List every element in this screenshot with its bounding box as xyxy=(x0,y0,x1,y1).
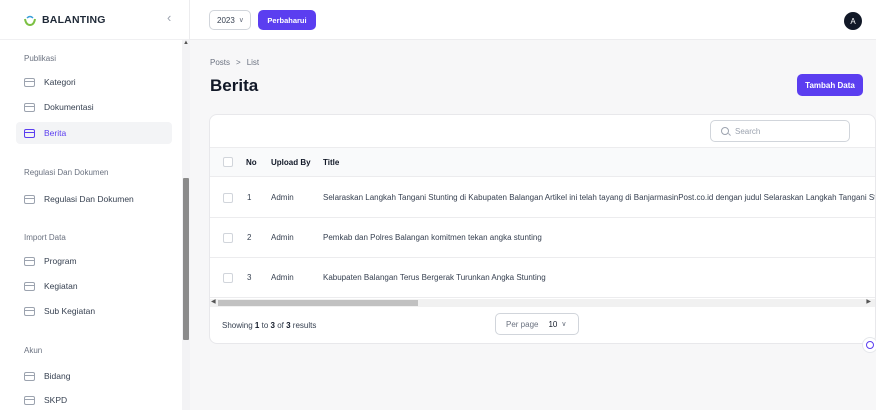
scroll-up-icon[interactable]: ▲ xyxy=(183,40,189,46)
nav-group-label: Publikasi xyxy=(24,54,57,63)
table-row[interactable]: 3 Admin Kabupaten Balangan Terus Bergera… xyxy=(210,258,875,298)
sidebar: BALANTING ‹ Publikasi Kategori Dokumenta… xyxy=(0,0,190,410)
folder-icon xyxy=(24,395,35,405)
cell-no: 1 xyxy=(247,193,252,202)
sidebar-item-bidang[interactable]: Bidang xyxy=(16,365,172,387)
chevron-down-icon: ∨ xyxy=(561,321,567,328)
folder-icon xyxy=(24,102,35,112)
cell-upload-by: Admin xyxy=(271,233,294,242)
sidebar-item-program[interactable]: Program xyxy=(16,250,172,272)
column-title[interactable]: Title xyxy=(323,148,339,176)
chat-widget-button[interactable] xyxy=(862,337,876,353)
sidebar-item-sub-kegiatan[interactable]: Sub Kegiatan xyxy=(16,300,172,322)
summary-to-word: to xyxy=(261,321,269,330)
sidebar-item-label: Dokumentasi xyxy=(44,102,94,112)
sidebar-item-skpd[interactable]: SKPD xyxy=(16,389,172,410)
search-icon xyxy=(721,127,729,135)
column-upload-by[interactable]: Upload By xyxy=(271,148,311,176)
cell-upload-by: Admin xyxy=(271,193,294,202)
table-scroll-thumb[interactable] xyxy=(218,300,418,306)
folder-icon xyxy=(24,256,35,266)
cell-title: Selaraskan Langkah Tangani Stunting di K… xyxy=(323,193,876,202)
nav-group-label: Import Data xyxy=(24,233,66,242)
summary-prefix: Showing xyxy=(222,321,253,330)
table-row[interactable]: 2 Admin Pemkab dan Polres Balangan komit… xyxy=(210,218,875,258)
refresh-button[interactable]: Perbaharui xyxy=(258,10,316,30)
sidebar-item-label: Berita xyxy=(44,128,67,138)
sidebar-item-label: SKPD xyxy=(44,395,68,405)
sidebar-item-kategori[interactable]: Kategori xyxy=(16,71,172,93)
sidebar-item-label: Kategori xyxy=(44,77,76,87)
posts-table-card: Search No Upload By Title 1 Admin Selara… xyxy=(209,114,876,344)
topbar: 2023 ∨ Perbaharui A xyxy=(190,0,876,40)
sidebar-item-label: Bidang xyxy=(44,371,71,381)
breadcrumb-current: List xyxy=(246,58,260,67)
avatar[interactable]: A xyxy=(844,12,862,30)
table-horizontal-scrollbar[interactable]: ◀ ▶ xyxy=(210,298,875,307)
per-page-select[interactable]: Per page 10 ∨ xyxy=(495,313,579,335)
cell-title: Kabupaten Balangan Terus Bergerak Turunk… xyxy=(323,273,546,282)
year-select[interactable]: 2023 ∨ xyxy=(209,10,251,30)
scroll-right-icon[interactable]: ▶ xyxy=(866,298,871,305)
collapse-sidebar-icon[interactable]: ‹ xyxy=(167,10,171,25)
sidebar-item-kegiatan[interactable]: Kegiatan xyxy=(16,275,172,297)
breadcrumb-separator: > xyxy=(236,58,241,67)
sidebar-item-label: Program xyxy=(44,256,77,266)
folder-icon xyxy=(24,306,35,316)
brand[interactable]: BALANTING xyxy=(0,0,189,40)
cell-no: 2 xyxy=(247,233,252,242)
summary-total: 3 xyxy=(286,321,291,330)
row-checkbox[interactable] xyxy=(223,192,233,203)
sidebar-scroll-thumb[interactable] xyxy=(183,178,189,340)
sidebar-item-berita[interactable]: Berita xyxy=(16,122,172,144)
search-placeholder: Search xyxy=(735,126,761,136)
brand-name: BALANTING xyxy=(42,13,106,26)
sidebar-nav: Publikasi Kategori Dokumentasi Berita Re… xyxy=(0,40,182,410)
summary-from: 1 xyxy=(254,321,260,330)
folder-icon xyxy=(24,128,35,138)
breadcrumb-posts[interactable]: Posts xyxy=(210,58,230,67)
row-checkbox[interactable] xyxy=(223,232,233,243)
sidebar-item-label: Kegiatan xyxy=(44,281,78,291)
add-data-button[interactable]: Tambah Data xyxy=(797,74,863,96)
summary-to: 3 xyxy=(270,321,275,330)
folder-icon xyxy=(24,371,35,381)
logo-icon xyxy=(24,15,36,26)
sidebar-scrollbar[interactable]: ▲ xyxy=(182,40,190,410)
sidebar-item-label: Sub Kegiatan xyxy=(44,306,96,316)
sidebar-item-label: Regulasi Dan Dokumen xyxy=(44,194,134,204)
summary-of-word: of xyxy=(277,321,284,330)
table-row[interactable]: 1 Admin Selaraskan Langkah Tangani Stunt… xyxy=(210,178,876,218)
search-input[interactable]: Search xyxy=(710,120,850,142)
cell-no: 3 xyxy=(247,273,252,282)
chevron-down-icon: ∨ xyxy=(238,17,244,24)
per-page-value: 10 xyxy=(548,319,558,329)
scroll-left-icon[interactable]: ◀ xyxy=(211,298,216,305)
year-select-value: 2023 xyxy=(217,15,235,25)
folder-icon xyxy=(24,194,35,204)
per-page-label: Per page xyxy=(506,319,539,329)
cell-title: Pemkab dan Polres Balangan komitmen teka… xyxy=(323,233,542,242)
sidebar-item-dokumentasi[interactable]: Dokumentasi xyxy=(16,96,172,118)
pagination-summary: Showing 1 to 3 of 3 results xyxy=(222,321,316,330)
row-checkbox[interactable] xyxy=(223,272,233,283)
breadcrumb: Posts > List xyxy=(210,58,259,67)
select-all-checkbox[interactable] xyxy=(223,157,233,167)
table-header: No Upload By Title xyxy=(210,147,875,177)
nav-group-label: Regulasi Dan Dokumen xyxy=(24,168,109,177)
sidebar-item-regulasi-dan-dokumen[interactable]: Regulasi Dan Dokumen xyxy=(16,188,172,210)
folder-icon xyxy=(24,281,35,291)
column-no: No xyxy=(246,157,257,167)
chat-icon xyxy=(866,341,874,349)
page-title: Berita xyxy=(210,76,259,95)
summary-suffix: results xyxy=(292,321,317,330)
folder-icon xyxy=(24,77,35,87)
nav-group-label: Akun xyxy=(24,346,43,355)
cell-upload-by: Admin xyxy=(271,273,294,282)
